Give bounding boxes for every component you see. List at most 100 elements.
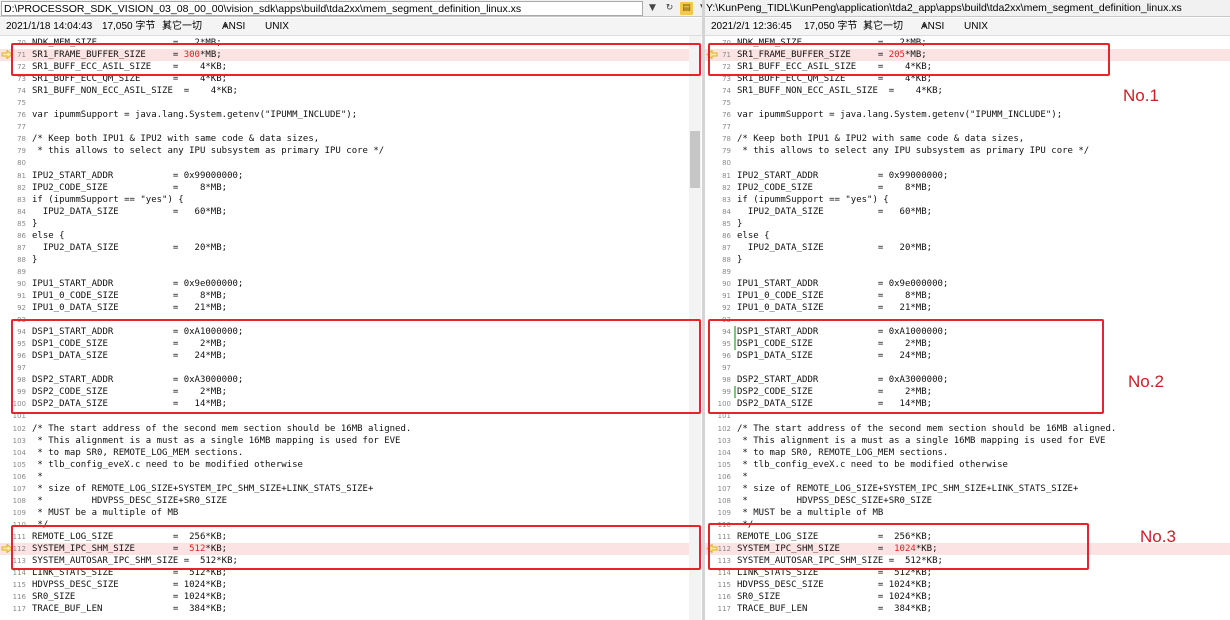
code-line[interactable]: 107 * size of REMOTE_LOG_SIZE+SYSTEM_IPC… <box>705 483 1230 495</box>
left-path-input[interactable]: D:\PROCESSOR_SDK_VISION_03_08_00_00\visi… <box>1 1 643 16</box>
code-line[interactable]: 76 var ipummSupport = java.lang.System.ge… <box>705 109 1230 121</box>
code-line[interactable]: 90 IPU1_START_ADDR = 0x9e000000; <box>705 278 1230 290</box>
code-line[interactable]: 93 <box>705 314 1230 326</box>
code-line[interactable]: 81 IPU2_START_ADDR = 0x99000000; <box>0 170 702 182</box>
code-line[interactable]: 113 SYSTEM_AUTOSAR_IPC_SHM_SIZE = 512*KB; <box>705 555 1230 567</box>
code-line[interactable]: 94 DSP1_START_ADDR = 0xA1000000; <box>705 326 1230 339</box>
code-line[interactable]: 93 <box>0 314 702 326</box>
code-line[interactable]: 90 IPU1_START_ADDR = 0x9e000000; <box>0 278 702 290</box>
code-line[interactable]: 96 DSP1_DATA_SIZE = 24*MB; <box>0 350 702 362</box>
code-line[interactable]: 83 if (ipummSupport == "yes") { <box>705 194 1230 206</box>
code-line[interactable]: 116 SR0_SIZE = 1024*KB; <box>0 591 702 603</box>
code-line[interactable]: 107 * size of REMOTE_LOG_SIZE+SYSTEM_IPC… <box>0 483 702 495</box>
code-line[interactable]: 85} <box>705 218 1230 230</box>
code-line[interactable]: 115 HDVPSS_DESC_SIZE = 1024*KB; <box>705 579 1230 591</box>
code-line[interactable]: 110 */ <box>0 519 702 531</box>
code-line[interactable]: 88} <box>0 254 702 266</box>
left-scrollbar[interactable] <box>689 36 701 620</box>
refresh-icon[interactable]: ↻ <box>663 2 676 15</box>
code-line[interactable]: 91 IPU1_0_CODE_SIZE = 8*MB; <box>705 290 1230 302</box>
code-line[interactable]: 105 * tlb_config_eveX.c need to be modif… <box>0 459 702 471</box>
code-line[interactable]: 98 DSP2_START_ADDR = 0xA3000000; <box>0 374 702 386</box>
code-line[interactable]: 78 /* Keep both IPU1 & IPU2 with same cod… <box>705 133 1230 145</box>
code-line[interactable]: 101 <box>705 410 1230 422</box>
code-line[interactable]: 70 NDK_MEM_SIZE = 2*MB; <box>705 37 1230 49</box>
code-line[interactable]: 101 <box>0 410 702 422</box>
diff-line[interactable]: 112 SYSTEM_IPC_SHM_SIZE = 512*KB; <box>0 542 702 556</box>
code-line[interactable]: 87 IPU2_DATA_SIZE = 20*MB; <box>705 242 1230 254</box>
code-line[interactable]: 72 SR1_BUFF_ECC_ASIL_SIZE = 4*KB; <box>0 61 702 73</box>
code-line[interactable]: 80 <box>705 157 1230 169</box>
code-line[interactable]: 92 IPU1_0_DATA_SIZE = 21*MB; <box>0 302 702 314</box>
code-line[interactable]: 78 /* Keep both IPU1 & IPU2 with same cod… <box>0 133 702 145</box>
code-line[interactable]: 115 HDVPSS_DESC_SIZE = 1024*KB; <box>0 579 702 591</box>
code-line[interactable]: 95 DSP1_CODE_SIZE = 2*MB; <box>705 338 1230 351</box>
diff-arrow-icon[interactable] <box>1 50 13 60</box>
code-line[interactable]: 88} <box>705 254 1230 266</box>
code-line[interactable]: 82 IPU2_CODE_SIZE = 8*MB; <box>0 182 702 194</box>
code-line[interactable]: 100 DSP2_DATA_SIZE = 14*MB; <box>0 398 702 410</box>
code-line[interactable]: 92 IPU1_0_DATA_SIZE = 21*MB; <box>705 302 1230 314</box>
code-line[interactable]: 99 DSP2_CODE_SIZE = 2*MB; <box>0 386 702 398</box>
code-line[interactable]: 97 <box>0 362 702 374</box>
code-line[interactable]: 113 SYSTEM_AUTOSAR_IPC_SHM_SIZE = 512*KB; <box>0 555 702 567</box>
code-line[interactable]: 104 * to map SR0, REMOTE_LOG_MEM section… <box>0 447 702 459</box>
code-line[interactable]: 89 <box>705 266 1230 278</box>
left-scroll-thumb[interactable] <box>690 131 700 188</box>
code-line[interactable]: 79 * this allows to select any IPU subsy… <box>705 145 1230 157</box>
code-line[interactable]: 94 DSP1_START_ADDR = 0xA1000000; <box>0 326 702 338</box>
code-line[interactable]: 86 else { <box>705 230 1230 242</box>
left-code-view[interactable]: 70 NDK_MEM_SIZE = 2*MB; 71 SR1_FRAME_BUFFER… <box>0 37 702 615</box>
code-line[interactable]: 104 * to map SR0, REMOTE_LOG_MEM section… <box>705 447 1230 459</box>
code-line[interactable]: 73 SR1_BUFF_ECC_QM_SIZE = 4*KB; <box>705 73 1230 85</box>
code-line[interactable]: 108 * HDVPSS_DESC_SIZE+SR0_SIZE <box>705 495 1230 507</box>
code-line[interactable]: 100 DSP2_DATA_SIZE = 14*MB; <box>705 398 1230 410</box>
code-line[interactable]: 83 if (ipummSupport == "yes") { <box>0 194 702 206</box>
diff-line[interactable]: 71 SR1_FRAME_BUFFER_SIZE = 300*MB; <box>0 49 702 62</box>
diff-line[interactable]: 71 SR1_FRAME_BUFFER_SIZE = 205*MB; <box>705 49 1230 62</box>
code-line[interactable]: 75 <box>0 97 702 109</box>
diff-arrow-icon[interactable] <box>1 543 13 553</box>
code-line[interactable]: 84 IPU2_DATA_SIZE = 60*MB; <box>705 206 1230 218</box>
code-line[interactable]: 91 IPU1_0_CODE_SIZE = 8*MB; <box>0 290 702 302</box>
code-line[interactable]: 103 * This alignment is a must as a sing… <box>0 435 702 447</box>
diff-arrow-icon[interactable] <box>706 543 718 553</box>
code-line[interactable]: 109 * MUST be a multiple of MB <box>705 507 1230 519</box>
code-line[interactable]: 74 SR1_BUFF_NON_ECC_ASIL_SIZE = 4*KB; <box>0 85 702 97</box>
code-line[interactable]: 117 TRACE_BUF_LEN = 384*KB; <box>705 603 1230 615</box>
code-line[interactable]: 76 var ipummSupport = java.lang.System.ge… <box>0 109 702 121</box>
code-line[interactable]: 87 IPU2_DATA_SIZE = 20*MB; <box>0 242 702 254</box>
code-line[interactable]: 86 else { <box>0 230 702 242</box>
open-folder-icon[interactable]: ▤ <box>680 2 693 15</box>
diff-arrow-icon[interactable] <box>706 50 718 60</box>
code-line[interactable]: 84 IPU2_DATA_SIZE = 60*MB; <box>0 206 702 218</box>
code-line[interactable]: 85} <box>0 218 702 230</box>
code-line[interactable]: 89 <box>0 266 702 278</box>
code-line[interactable]: 80 <box>0 157 702 169</box>
code-line[interactable]: 103 * This alignment is a must as a sing… <box>705 435 1230 447</box>
code-line[interactable]: 111 REMOTE_LOG_SIZE = 256*KB; <box>0 531 702 543</box>
code-line[interactable]: 79 * this allows to select any IPU subsy… <box>0 145 702 157</box>
code-line[interactable]: 114 LINK_STATS_SIZE = 512*KB; <box>0 567 702 579</box>
code-line[interactable]: 96 DSP1_DATA_SIZE = 24*MB; <box>705 350 1230 362</box>
code-line[interactable]: 95 DSP1_CODE_SIZE = 2*MB; <box>0 338 702 350</box>
code-line[interactable]: 81 IPU2_START_ADDR = 0x99000000; <box>705 170 1230 182</box>
code-line[interactable]: 109 * MUST be a multiple of MB <box>0 507 702 519</box>
code-line[interactable]: 105 * tlb_config_eveX.c need to be modif… <box>705 459 1230 471</box>
code-line[interactable]: 70 NDK_MEM_SIZE = 2*MB; <box>0 37 702 49</box>
caret-down-icon[interactable]: ▼ <box>646 2 659 15</box>
code-line[interactable]: 77 <box>0 121 702 133</box>
code-line[interactable]: 108 * HDVPSS_DESC_SIZE+SR0_SIZE <box>0 495 702 507</box>
code-line[interactable]: 114 LINK_STATS_SIZE = 512*KB; <box>705 567 1230 579</box>
code-line[interactable]: 102 /* The start address of the second me… <box>705 423 1230 435</box>
code-line[interactable]: 106 * <box>705 471 1230 483</box>
code-line[interactable]: 102 /* The start address of the second me… <box>0 423 702 435</box>
code-line[interactable]: 77 <box>705 121 1230 133</box>
code-line[interactable]: 82 IPU2_CODE_SIZE = 8*MB; <box>705 182 1230 194</box>
code-line[interactable]: 106 * <box>0 471 702 483</box>
code-line[interactable]: 116 SR0_SIZE = 1024*KB; <box>705 591 1230 603</box>
code-line[interactable]: 73 SR1_BUFF_ECC_QM_SIZE = 4*KB; <box>0 73 702 85</box>
code-line[interactable]: 117 TRACE_BUF_LEN = 384*KB; <box>0 603 702 615</box>
right-path-input[interactable]: Y:\KunPeng_TIDL\KunPeng\application\tda2… <box>706 1 1224 16</box>
code-line[interactable]: 72 SR1_BUFF_ECC_ASIL_SIZE = 4*KB; <box>705 61 1230 73</box>
